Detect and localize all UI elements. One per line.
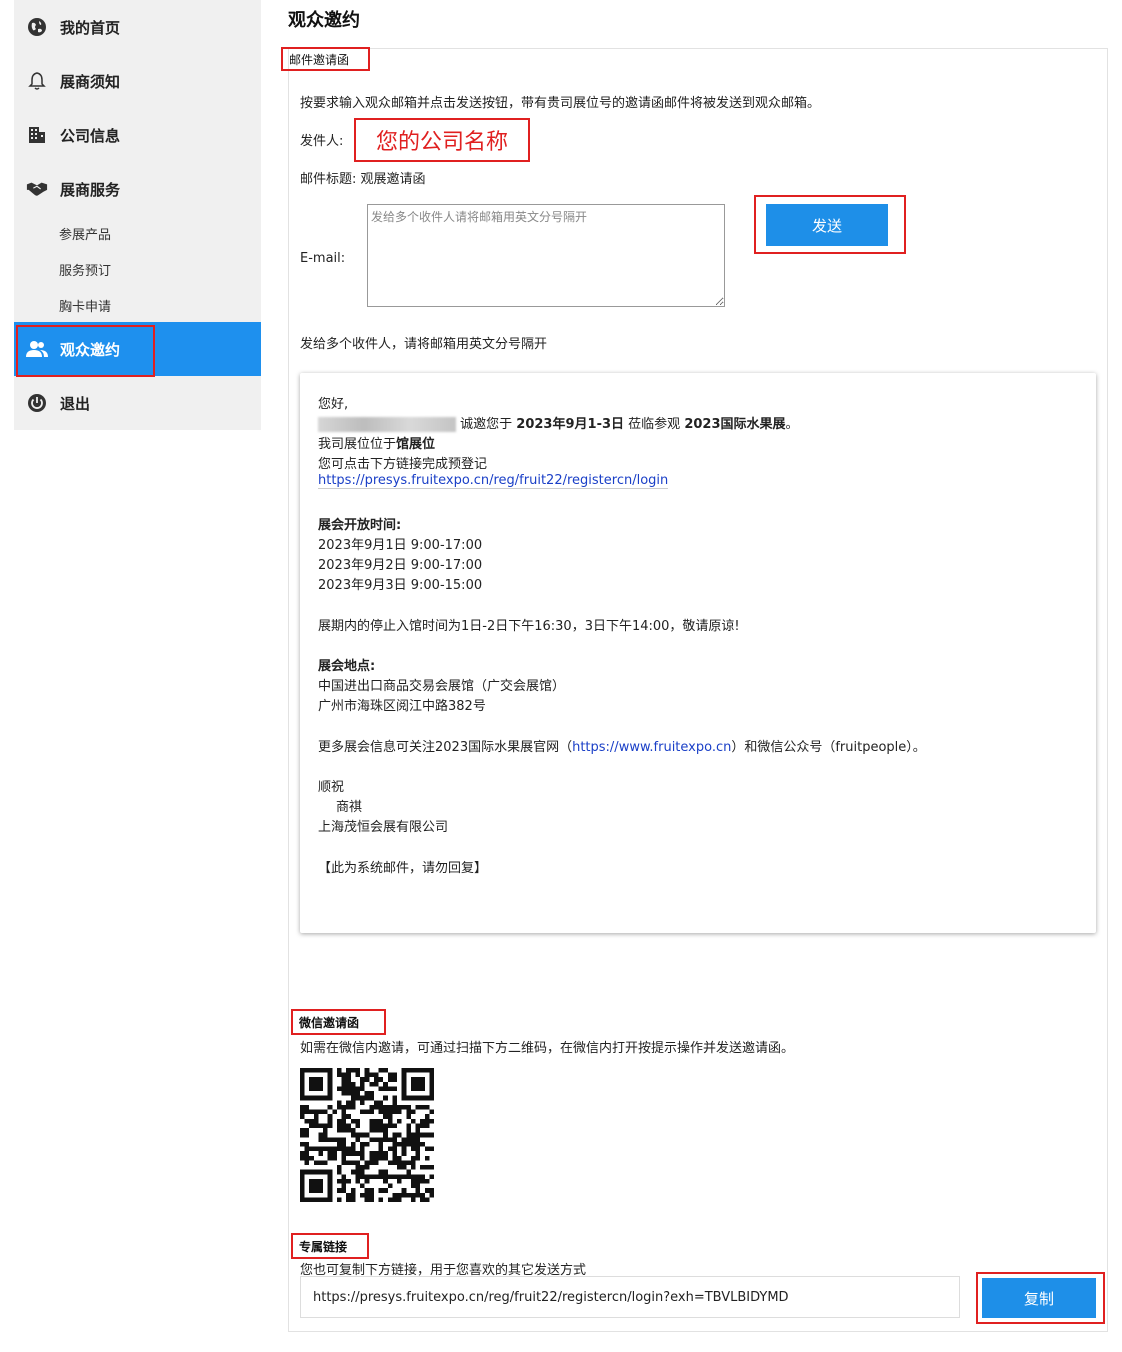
mail-prereg-link[interactable]: https://presys.fruitexpo.cn/reg/fruit22/… (318, 473, 669, 489)
email-invite-instruction: 按要求输入观众邮箱并点击发送按钮，带有贵司展位号的邀请函邮件将被发送到观众邮箱。 (300, 96, 821, 111)
building-icon (26, 124, 48, 146)
email-hint: 发给多个收件人，请将邮箱用英文分号隔开 (300, 337, 548, 352)
mail-closing: 顺祝 (318, 780, 345, 795)
mail-stop-entry: 展期内的停止入馆时间为1日-2日下午16:30，3日下午14:00，敬请原谅! (318, 619, 740, 634)
sidebar-item-label: 退出 (60, 394, 91, 413)
mail-venue-title: 展会地点: (318, 659, 376, 674)
sidebar-item-notice[interactable]: 展商须知 (14, 54, 261, 108)
qr-code-image (300, 1068, 434, 1202)
sender-label: 发件人: (300, 134, 344, 149)
bell-icon (26, 70, 48, 92)
send-button[interactable]: 发送 (766, 204, 888, 246)
sidebar-item-company[interactable]: 公司信息 (14, 108, 261, 162)
handshake-icon (26, 178, 48, 200)
mail-booth-line: 我司展位位于馆展位 (318, 437, 436, 452)
email-invite-section-label: 邮件邀请函 (281, 47, 370, 71)
blurred-recipient (318, 417, 456, 432)
wechat-invite-instruction: 如需在微信内邀请，可通过扫描下方二维码，在微信内打开按提示操作并发送邀请函。 (300, 1041, 795, 1056)
mail-more-info: 更多展会信息可关注2023国际水果展官网（https://www.fruitex… (318, 740, 926, 755)
exclusive-link-field[interactable]: https://presys.fruitexpo.cn/reg/fruit22/… (300, 1276, 960, 1318)
sidebar-subitem-booking[interactable]: 服务预订 (59, 260, 111, 279)
mail-hours-title: 展会开放时间: (318, 518, 402, 533)
sidebar-subitem-products[interactable]: 参展产品 (59, 224, 111, 243)
subject-value: 观展邀请函 (360, 172, 426, 187)
power-icon (26, 392, 48, 414)
mail-venue-line: 广州市海珠区阅江中路382号 (318, 699, 486, 714)
mail-venue-line: 中国进出口商品交易会展馆（广交会展馆） (318, 679, 566, 694)
mail-prereg-text: 您可点击下方链接完成预登记 (318, 457, 488, 472)
sidebar-item-label: 展商须知 (60, 72, 121, 91)
mail-closing: 商祺 (336, 800, 363, 815)
page-title: 观众邀约 (288, 10, 360, 31)
sidebar-item-home[interactable]: 我的首页 (14, 0, 261, 54)
highlight-box (16, 325, 155, 377)
mail-greeting: 您好, (318, 397, 349, 412)
sidebar-item-label: 公司信息 (60, 126, 121, 145)
mail-system-note: 【此为系统邮件，请勿回复】 (318, 861, 488, 876)
sidebar-item-services[interactable]: 展商服务 (14, 162, 261, 216)
subject-label: 邮件标题: 观展邀请函 (300, 172, 426, 187)
sidebar-item-logout[interactable]: 退出 (14, 376, 261, 430)
sidebar-item-label: 我的首页 (60, 18, 121, 37)
mail-company: 上海茂恒会展有限公司 (318, 820, 449, 835)
sidebar-subitem-badge[interactable]: 胸卡申请 (59, 296, 111, 315)
mail-invite-line: 诚邀您于 2023年9月1-3日 莅临参观 2023国际水果展。 (318, 413, 799, 432)
wechat-invite-section-label: 微信邀请函 (291, 1009, 386, 1035)
copy-button[interactable]: 复制 (982, 1278, 1096, 1318)
email-label: E-mail: (300, 251, 346, 266)
mail-hours-line: 2023年9月2日 9:00-17:00 (318, 558, 483, 573)
mail-website-link[interactable]: https://www.fruitexpo.cn (572, 740, 731, 755)
exclusive-link-section-label: 专属链接 (291, 1233, 369, 1259)
mail-hours-line: 2023年9月1日 9:00-17:00 (318, 538, 483, 553)
globe-icon (26, 16, 48, 38)
mail-hours-line: 2023年9月3日 9:00-15:00 (318, 578, 483, 593)
email-input[interactable] (367, 204, 725, 307)
sender-company-name: 您的公司名称 (354, 118, 530, 162)
sidebar-item-label: 展商服务 (60, 180, 121, 199)
mail-preview-card: 您好, 诚邀您于 2023年9月1-3日 莅临参观 2023国际水果展。 我司展… (300, 373, 1096, 933)
